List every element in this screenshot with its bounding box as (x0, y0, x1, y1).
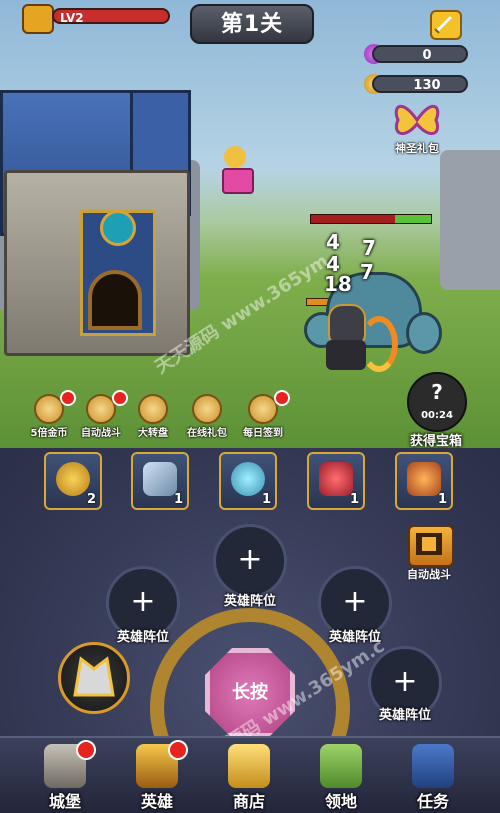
right-cliff (440, 150, 500, 290)
nav-tab-quest[interactable]: 任务 (388, 740, 478, 811)
quick-action-label: 每日签到 (243, 428, 283, 439)
floating-gift-icon[interactable] (222, 146, 254, 194)
chest-label: 获得宝箱 (409, 434, 462, 449)
item-slot-gold[interactable]: 2 (44, 452, 102, 510)
holy-gift-pack-button[interactable] (392, 98, 442, 142)
hero-position-slot[interactable]: + (213, 524, 287, 598)
auto-battle-label: 自动战斗 (407, 568, 451, 581)
item-count: 1 (349, 492, 359, 507)
enemy-hp-fill (395, 215, 431, 223)
damage-number: 7 (362, 236, 376, 260)
speed-toggle-button[interactable] (430, 10, 462, 40)
holy-gift-pack-label: 神圣礼包 (395, 142, 439, 155)
gift-box-icon (192, 394, 222, 424)
territory-icon (320, 744, 362, 788)
item-count: 1 (261, 492, 271, 507)
sword-icon (434, 16, 452, 34)
castle-level-icon (22, 4, 54, 34)
damage-number: 7 (360, 260, 374, 284)
item-count: 1 (173, 492, 183, 507)
nav-tab-label: 商店 (232, 792, 265, 811)
damage-number: 4 (326, 230, 340, 254)
hero-portrait[interactable] (58, 642, 130, 714)
nav-tab-label: 英雄 (140, 792, 173, 811)
hero-position-label: 英雄阵位 (378, 708, 431, 723)
level-label: LV2 (52, 8, 170, 25)
quick-action-online-gift[interactable]: 在线礼包 (180, 394, 234, 444)
armor-icon (407, 462, 441, 496)
gem-counter: 0 (372, 45, 468, 63)
butterfly-icon (394, 105, 440, 135)
nav-tab-label: 领地 (324, 792, 357, 811)
shop-icon (228, 744, 270, 788)
gold-coins-icon (56, 462, 90, 496)
hammer-icon (143, 462, 177, 496)
item-slot-potion[interactable]: 1 (219, 452, 277, 510)
quick-action-wheel[interactable]: 大转盘 (126, 394, 180, 444)
question-mark-icon: ? (431, 380, 443, 404)
stage-title: 第1关 (190, 4, 314, 44)
hero-helmet-icon (73, 656, 115, 697)
hero-position-label: 英雄阵位 (223, 594, 276, 609)
auto-battle-button[interactable] (408, 525, 454, 567)
chest-timer: 00:24 (421, 410, 453, 421)
item-count: 2 (86, 492, 96, 507)
quest-book-icon (412, 744, 454, 788)
quick-action-daily-signin[interactable]: 每日签到 (236, 390, 290, 444)
nav-tab-castle[interactable]: 城堡 (20, 740, 110, 811)
notification-badge (76, 740, 96, 760)
potion-icon (231, 462, 265, 496)
castle[interactable] (0, 70, 191, 370)
item-slot-helmet[interactable]: 1 (307, 452, 365, 510)
nav-tab-label: 城堡 (48, 792, 81, 811)
nav-tab-label: 任务 (416, 792, 449, 811)
mystery-chest-button[interactable]: ? 00:24 (407, 372, 467, 432)
wheel-icon (138, 394, 168, 424)
item-slot-armor[interactable]: 1 (395, 452, 453, 510)
hero-position-label: 英雄阵位 (116, 630, 169, 645)
enemy-hp-bar (310, 214, 432, 224)
helmet-icon (319, 462, 353, 496)
notification-badge (274, 390, 290, 406)
hero-position-label: 英雄阵位 (328, 630, 381, 645)
nav-tab-hero[interactable]: 英雄 (112, 740, 202, 811)
nav-tab-territory[interactable]: 领地 (296, 740, 386, 811)
damage-number: 18 (324, 272, 352, 296)
item-count: 1 (437, 492, 447, 507)
item-slot-hammer[interactable]: 1 (131, 452, 189, 510)
player-hero (316, 300, 398, 374)
notification-badge (168, 740, 188, 760)
film-icon (416, 533, 442, 555)
nav-tab-shop[interactable]: 商店 (204, 740, 294, 811)
gold-counter: 130 (372, 75, 468, 93)
